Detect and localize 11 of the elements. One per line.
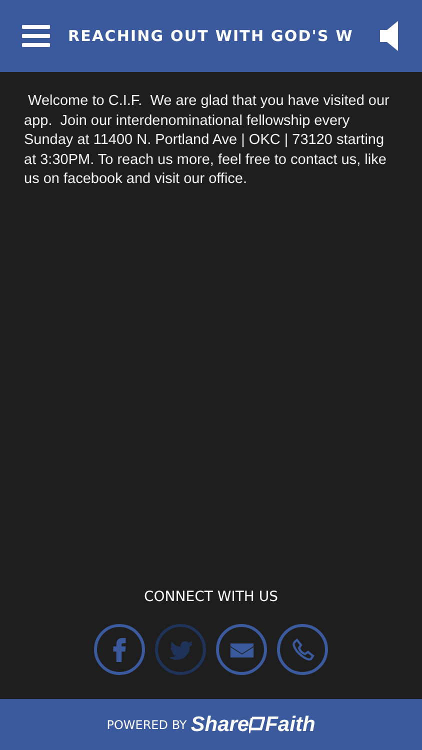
phone-button[interactable] [277, 624, 328, 675]
speaker-button[interactable] [380, 21, 400, 51]
facebook-icon [113, 638, 126, 662]
logo: Share Faith [190, 712, 316, 738]
page-title: REACHING OUT WITH GOD'S W [68, 26, 354, 47]
connect-heading: CONNECT WITH US [143, 588, 279, 607]
facebook-button[interactable] [94, 624, 145, 675]
welcome-text: Welcome to C.I.F. We are glad that you have visited our app. Join our interdenominational fellowship every Sunday at 11400 N. Portland Ave | OKC | 73120 starting at 3:30PM. To reach us more, feel free to contact us, like us on facebook and visit our office. [23, 92, 390, 189]
email-button[interactable] [216, 624, 267, 675]
menu-button[interactable] [22, 24, 50, 48]
powered-by-text: POWERED BY [106, 716, 187, 734]
